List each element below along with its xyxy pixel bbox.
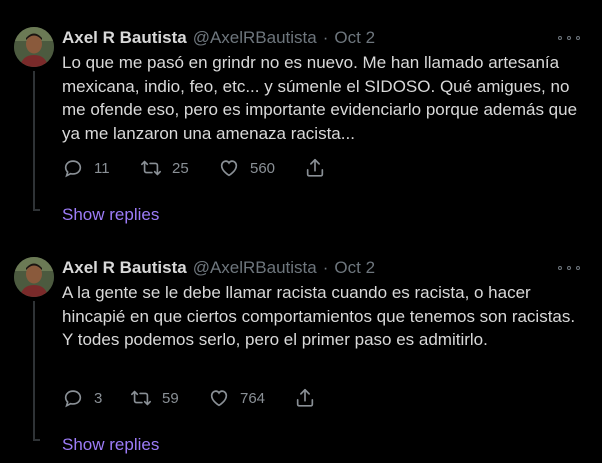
like-count: 764 <box>240 389 266 407</box>
author-name[interactable]: Axel R Bautista <box>62 28 187 48</box>
show-replies-link[interactable]: Show replies <box>62 205 159 225</box>
more-icon[interactable] <box>558 31 580 45</box>
tweet-header: Axel R Bautista @AxelRBautista · Oct 2 <box>62 27 375 49</box>
share-button[interactable] <box>294 387 316 409</box>
reply-button[interactable]: 11 <box>62 157 140 179</box>
like-icon <box>220 160 238 177</box>
share-icon <box>306 158 324 177</box>
more-icon[interactable] <box>558 261 580 275</box>
thread-dash <box>34 439 40 441</box>
separator: · <box>322 258 329 277</box>
author-handle[interactable]: @AxelRBautista <box>193 258 317 278</box>
tweet-actions: 11 25 560 <box>62 156 326 180</box>
like-button[interactable]: 764 <box>208 387 294 409</box>
reply-count: 3 <box>94 389 103 407</box>
tweet-actions: 3 59 764 <box>62 386 316 410</box>
reply-button[interactable]: 3 <box>62 387 130 409</box>
retweet-count: 59 <box>162 389 179 407</box>
separator: · <box>322 28 329 47</box>
retweet-button[interactable]: 59 <box>130 387 208 409</box>
show-replies-link[interactable]: Show replies <box>62 435 159 455</box>
share-button[interactable] <box>304 157 326 179</box>
tweet-date[interactable]: Oct 2 <box>334 258 375 278</box>
tweet-text: A la gente se le debe llamar racista cua… <box>62 283 576 349</box>
like-icon <box>210 390 228 407</box>
tweet-text: Lo que me pasó en grindr no es nuevo. Me… <box>62 53 578 143</box>
reply-icon <box>64 160 82 178</box>
tweet-date[interactable]: Oct 2 <box>334 28 375 48</box>
tweet-2[interactable]: Axel R Bautista @AxelRBautista · Oct 2 A… <box>0 257 602 463</box>
avatar[interactable] <box>14 257 54 297</box>
author-handle[interactable]: @AxelRBautista <box>193 28 317 48</box>
retweet-icon <box>141 160 161 176</box>
retweet-button[interactable]: 25 <box>140 157 218 179</box>
thread-line <box>33 71 35 211</box>
thread-dash <box>34 209 40 211</box>
thread-line <box>33 301 35 441</box>
reply-count: 11 <box>94 159 110 177</box>
share-icon <box>296 388 314 407</box>
retweet-icon <box>131 390 151 406</box>
tweet-1[interactable]: Axel R Bautista @AxelRBautista · Oct 2 L… <box>0 27 602 237</box>
retweet-count: 25 <box>172 159 189 177</box>
avatar[interactable] <box>14 27 54 67</box>
tweet-header: Axel R Bautista @AxelRBautista · Oct 2 <box>62 257 375 279</box>
author-name[interactable]: Axel R Bautista <box>62 258 187 278</box>
like-button[interactable]: 560 <box>218 157 304 179</box>
reply-icon <box>64 390 82 408</box>
like-count: 560 <box>250 159 276 177</box>
